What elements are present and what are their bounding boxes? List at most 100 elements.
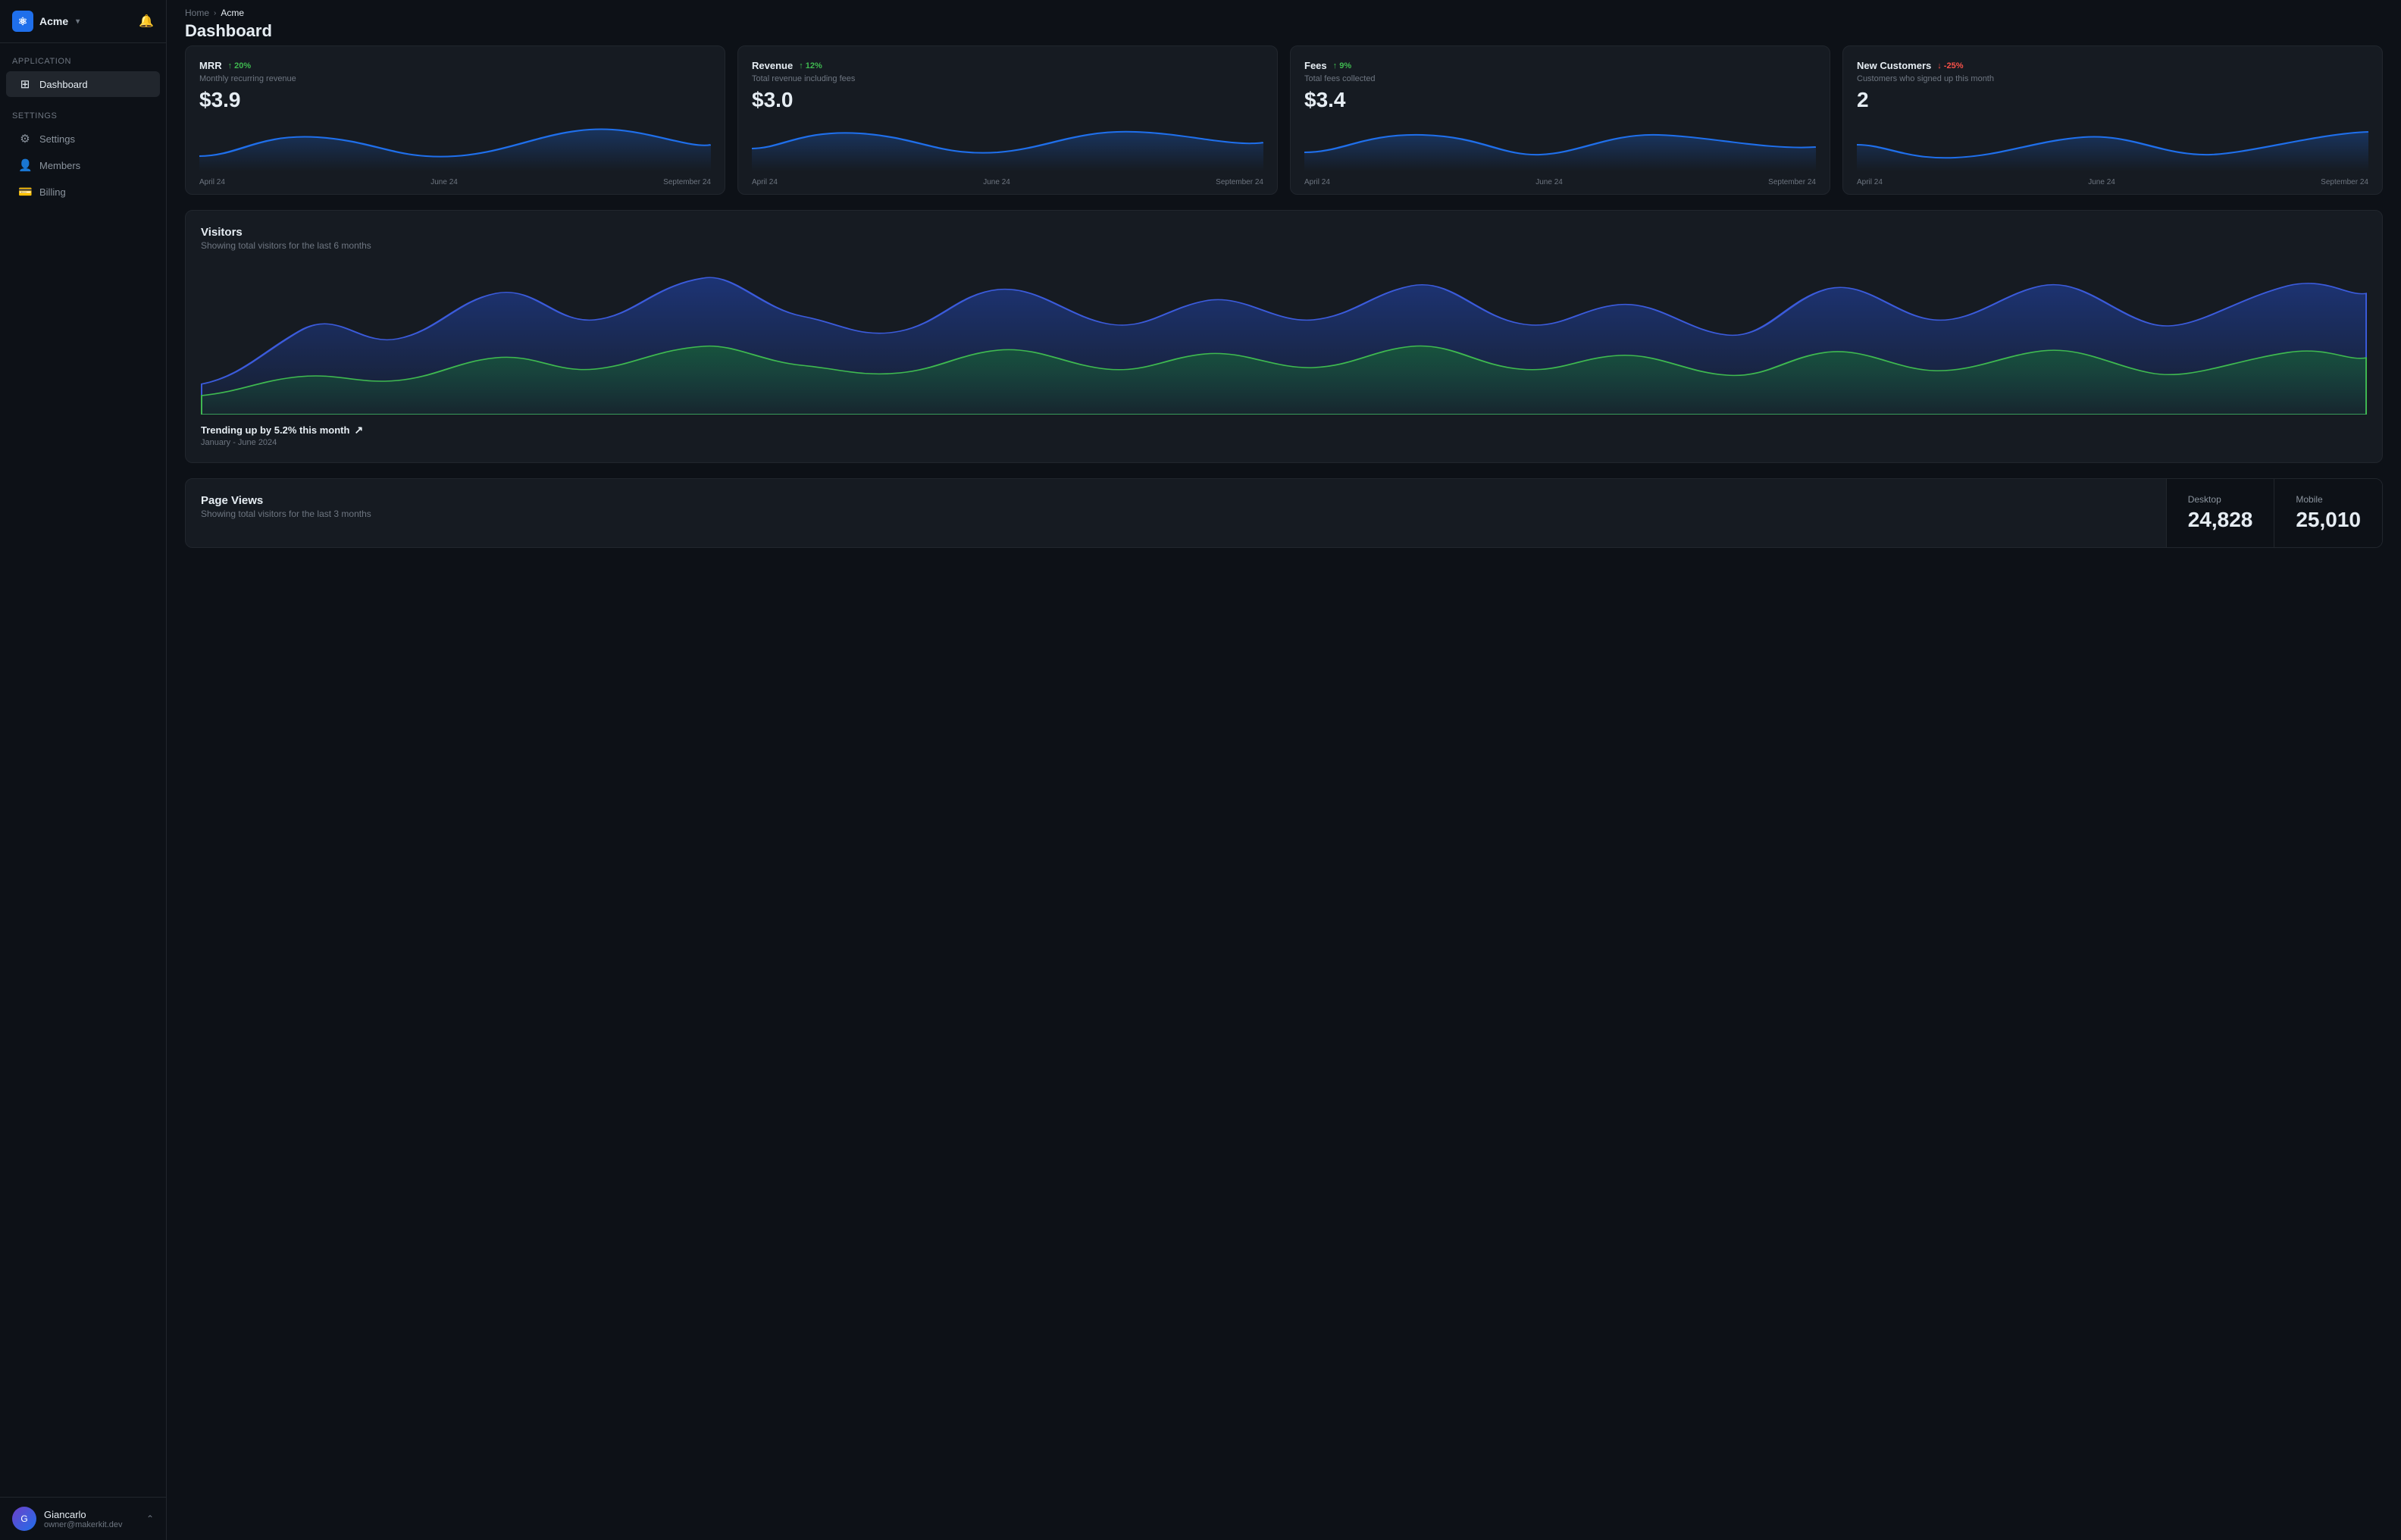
app-dropdown-icon: ▾ <box>76 17 80 26</box>
customers-desc: Customers who signed up this month <box>1857 74 2368 83</box>
page-title: Dashboard <box>185 21 2383 41</box>
breadcrumb: Home › Acme <box>185 8 2383 18</box>
mrr-chart: April 24 June 24 September 24 <box>199 118 711 186</box>
desktop-label: Desktop <box>2188 494 2253 505</box>
main-content: Home › Acme Dashboard MRR ↑ 20% Monthly … <box>167 0 2401 1540</box>
user-footer[interactable]: G Giancarlo owner@makerkit.dev ⌃ <box>0 1497 166 1540</box>
customers-value: 2 <box>1857 88 2368 112</box>
mrr-chart-labels: April 24 June 24 September 24 <box>199 178 711 186</box>
app-name: Acme <box>39 15 68 27</box>
sidebar-item-dashboard[interactable]: ⊞ Dashboard <box>6 71 160 97</box>
top-nav: Home › Acme Dashboard <box>167 0 2401 45</box>
customers-label-3: September 24 <box>2321 178 2368 186</box>
avatar: G <box>12 1507 36 1531</box>
mrr-desc: Monthly recurring revenue <box>199 74 711 83</box>
mrr-value: $3.9 <box>199 88 711 112</box>
visitors-chart <box>201 263 2367 415</box>
fees-title: Fees <box>1304 60 1327 71</box>
revenue-chart-labels: April 24 June 24 September 24 <box>752 178 1263 186</box>
mobile-stat: Mobile 25,010 <box>2274 479 2382 547</box>
mrr-label-3: September 24 <box>663 178 711 186</box>
revenue-title: Revenue <box>752 60 793 71</box>
fees-label-1: April 24 <box>1304 178 1330 186</box>
sidebar-item-billing[interactable]: 💳 Billing <box>6 179 160 205</box>
page-views-card: Page Views Showing total visitors for th… <box>185 478 2383 548</box>
trend-arrow-icon: ↗ <box>354 424 363 437</box>
revenue-label-2: June 24 <box>983 178 1010 186</box>
fees-badge: ↑ 9% <box>1333 61 1351 70</box>
fees-value: $3.4 <box>1304 88 1816 112</box>
page-views-subtitle: Showing total visitors for the last 3 mo… <box>201 509 2151 519</box>
customers-label-2: June 24 <box>2088 178 2115 186</box>
metric-card-revenue: Revenue ↑ 12% Total revenue including fe… <box>737 45 1278 195</box>
customers-label-1: April 24 <box>1857 178 1883 186</box>
desktop-stat: Desktop 24,828 <box>2166 479 2274 547</box>
settings-icon: ⚙ <box>18 132 32 146</box>
metric-card-fees: Fees ↑ 9% Total fees collected $3.4 <box>1290 45 1830 195</box>
sidebar-item-members-label: Members <box>39 160 80 171</box>
metric-cards: MRR ↑ 20% Monthly recurring revenue $3.9 <box>185 45 2383 195</box>
revenue-chart: April 24 June 24 September 24 <box>752 118 1263 186</box>
logo-icon: ⚛ <box>12 11 33 32</box>
user-info: Giancarlo owner@makerkit.dev <box>44 1509 139 1529</box>
revenue-desc: Total revenue including fees <box>752 74 1263 83</box>
user-menu-chevron: ⌃ <box>146 1513 154 1524</box>
revenue-label-3: September 24 <box>1216 178 1263 186</box>
breadcrumb-current: Acme <box>221 8 244 18</box>
revenue-label-1: April 24 <box>752 178 778 186</box>
customers-chart-labels: April 24 June 24 September 24 <box>1857 178 2368 186</box>
revenue-value: $3.0 <box>752 88 1263 112</box>
fees-header: Fees ↑ 9% <box>1304 60 1816 71</box>
fees-label-3: September 24 <box>1768 178 1816 186</box>
visitors-subtitle: Showing total visitors for the last 6 mo… <box>201 240 2367 251</box>
page-views-stats: Desktop 24,828 Mobile 25,010 <box>2166 479 2382 547</box>
customers-header: New Customers ↓ -25% <box>1857 60 2368 71</box>
metric-card-mrr: MRR ↑ 20% Monthly recurring revenue $3.9 <box>185 45 725 195</box>
mrr-label-1: April 24 <box>199 178 225 186</box>
revenue-header: Revenue ↑ 12% <box>752 60 1263 71</box>
desktop-value: 24,828 <box>2188 508 2253 532</box>
sidebar-item-billing-label: Billing <box>39 186 66 198</box>
sidebar-section-settings: Settings ⚙ Settings 👤 Members 💳 Billing <box>0 98 166 205</box>
revenue-badge: ↑ 12% <box>799 61 822 70</box>
customers-chart: April 24 June 24 September 24 <box>1857 118 2368 186</box>
sidebar-item-dashboard-label: Dashboard <box>39 79 88 90</box>
notifications-button[interactable]: 🔔 <box>139 14 154 29</box>
mrr-badge: ↑ 20% <box>228 61 252 70</box>
mrr-title: MRR <box>199 60 222 71</box>
breadcrumb-separator: › <box>214 9 216 17</box>
visitors-card: Visitors Showing total visitors for the … <box>185 210 2383 463</box>
customers-badge: ↓ -25% <box>1937 61 1963 70</box>
content-area: MRR ↑ 20% Monthly recurring revenue $3.9 <box>167 45 2401 566</box>
sidebar-header: ⚛ Acme ▾ 🔔 <box>0 0 166 43</box>
sidebar-item-members[interactable]: 👤 Members <box>6 152 160 178</box>
billing-icon: 💳 <box>18 185 32 199</box>
app-logo[interactable]: ⚛ Acme ▾ <box>12 11 80 32</box>
fees-label-2: June 24 <box>1535 178 1563 186</box>
application-section-label: Application <box>0 43 166 70</box>
settings-section-label: Settings <box>0 98 166 125</box>
sidebar-section-application: Application ⊞ Dashboard <box>0 43 166 98</box>
sidebar-item-settings[interactable]: ⚙ Settings <box>6 126 160 152</box>
visitors-title: Visitors <box>201 226 2367 239</box>
sidebar-item-settings-label: Settings <box>39 133 75 145</box>
sidebar: ⚛ Acme ▾ 🔔 Application ⊞ Dashboard Setti… <box>0 0 167 1540</box>
fees-desc: Total fees collected <box>1304 74 1816 83</box>
fees-chart-labels: April 24 June 24 September 24 <box>1304 178 1816 186</box>
metric-card-new-customers: New Customers ↓ -25% Customers who signe… <box>1842 45 2383 195</box>
mrr-header: MRR ↑ 20% <box>199 60 711 71</box>
page-views-title: Page Views <box>201 494 2151 507</box>
members-icon: 👤 <box>18 158 32 172</box>
avatar-image: G <box>12 1507 36 1531</box>
page-views-left: Page Views Showing total visitors for th… <box>186 479 2166 547</box>
visitors-date-range: January - June 2024 <box>201 438 2367 447</box>
mobile-label: Mobile <box>2296 494 2361 505</box>
mobile-value: 25,010 <box>2296 508 2361 532</box>
trending-label: Trending up by 5.2% this month <box>201 424 349 436</box>
trending-text: Trending up by 5.2% this month ↗ <box>201 424 2367 437</box>
breadcrumb-home[interactable]: Home <box>185 8 209 18</box>
fees-chart: April 24 June 24 September 24 <box>1304 118 1816 186</box>
user-email: owner@makerkit.dev <box>44 1520 139 1529</box>
dashboard-icon: ⊞ <box>18 77 32 91</box>
user-name: Giancarlo <box>44 1509 139 1520</box>
